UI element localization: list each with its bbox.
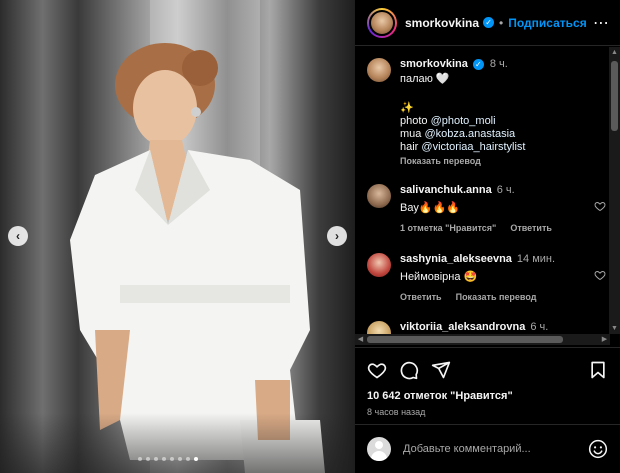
like-heart-icon[interactable] [367, 360, 387, 380]
avatar [367, 437, 391, 461]
comments-list[interactable]: smorkovkina ✓ 8 ч. палаю 🤍 ✨ photo @photo_… [355, 47, 610, 334]
comment-username[interactable]: sashynia_alekseevna [400, 253, 512, 265]
sparkle-emoji: ✨ [400, 102, 414, 114]
caption-credit-photo: photo @photo_moli [400, 115, 610, 128]
scrollbar-thumb[interactable] [367, 336, 563, 343]
add-comment-bar [355, 424, 620, 473]
comment-item: sashynia_alekseevna 14 мин. Неймовірна 🤩 … [367, 253, 610, 302]
credit-label: mua [400, 128, 425, 140]
comment-text: Неймовірна 🤩 [400, 271, 478, 283]
action-icons-row [367, 358, 608, 382]
comment-meta: Ответить Показать перевод [400, 292, 610, 302]
comment-time[interactable]: 6 ч. [530, 321, 548, 333]
caption-credit-hair: hair @victoriaa_hairstylist [400, 141, 610, 154]
scroll-down-icon[interactable]: ▼ [610, 324, 619, 333]
mention-link[interactable]: @kobza.anastasia [424, 128, 515, 140]
caption-time[interactable]: 8 ч. [490, 58, 508, 70]
bookmark-icon[interactable] [588, 360, 608, 380]
avatar[interactable] [367, 58, 391, 82]
caption: smorkovkina ✓ 8 ч. палаю 🤍 ✨ photo @photo_… [367, 58, 610, 166]
scroll-up-icon[interactable]: ▲ [610, 48, 619, 57]
comment-text: Вау🔥🔥🔥 [400, 202, 460, 214]
post-actions: 10 642 отметок "Нравится" 8 часов назад [355, 347, 620, 417]
emoji-icon[interactable] [588, 439, 608, 459]
carousel-dots [138, 457, 198, 461]
carousel-dot [138, 457, 142, 461]
avatar[interactable] [367, 184, 391, 208]
scrollbar-thumb[interactable] [611, 61, 618, 131]
scroll-left-icon[interactable]: ◀ [356, 335, 365, 344]
comment-time[interactable]: 6 ч. [497, 184, 515, 196]
show-translation-link[interactable]: Показать перевод [400, 156, 610, 166]
caption-username[interactable]: smorkovkina [400, 58, 468, 70]
reply-button[interactable]: Ответить [400, 292, 442, 302]
avatar[interactable] [367, 321, 391, 334]
credit-label: hair [400, 141, 422, 153]
mention-link[interactable]: @victoriaa_hairstylist [421, 141, 525, 153]
carousel-dot [170, 457, 174, 461]
more-horizontal-icon[interactable]: ⋯ [593, 13, 610, 33]
comment-input[interactable] [403, 443, 588, 455]
comments-scrollbar-horizontal[interactable]: ◀ ▶ [355, 334, 610, 345]
heart-icon[interactable] [594, 269, 606, 281]
post-header: smorkovkina ✓ • Подписаться ⋯ [355, 0, 620, 46]
chevron-right-icon[interactable]: › [327, 226, 347, 246]
comment-bubble-icon[interactable] [399, 360, 419, 380]
scroll-right-icon[interactable]: ▶ [600, 335, 609, 344]
post-photo[interactable]: ‹ › [0, 0, 355, 473]
comments-scrollbar-vertical[interactable]: ▲ ▼ [609, 47, 620, 334]
post-timestamp[interactable]: 8 часов назад [367, 407, 608, 417]
caption-credit-mua: mua @kobza.anastasia [400, 128, 610, 141]
follow-button[interactable]: Подписаться [508, 16, 586, 30]
avatar[interactable] [367, 253, 391, 277]
carousel-dot [154, 457, 158, 461]
mention-link[interactable]: @photo_moli [431, 115, 496, 127]
carousel-dot-active [194, 457, 198, 461]
carousel-dot [186, 457, 190, 461]
avatar[interactable] [367, 7, 397, 38]
comment-meta: 1 отметка "Нравится" Ответить [400, 223, 610, 233]
chevron-left-icon[interactable]: ‹ [8, 226, 28, 246]
share-send-icon[interactable] [431, 360, 451, 380]
separator-dot: • [499, 15, 504, 30]
reply-button[interactable]: Ответить [510, 223, 552, 233]
photo-floor-shade [0, 413, 355, 473]
comment-time[interactable]: 14 мин. [517, 253, 555, 265]
verified-badge-icon: ✓ [483, 17, 495, 28]
credit-label: photo [400, 115, 431, 127]
verified-badge-icon: ✓ [472, 59, 484, 70]
post-side-panel: smorkovkina ✓ • Подписаться ⋯ smorkovkin… [355, 0, 620, 473]
comment-likes-count[interactable]: 1 отметка "Нравится" [400, 223, 496, 233]
comment-item: viktoriia_aleksandrovna 6 ч. [367, 321, 610, 334]
likes-count[interactable]: 10 642 отметок "Нравится" [367, 390, 608, 402]
show-translation-link[interactable]: Показать перевод [456, 292, 537, 302]
photo-illustration [70, 0, 325, 473]
heart-icon[interactable] [594, 200, 606, 212]
comment-username[interactable]: salivanchuk.anna [400, 184, 492, 196]
carousel-dot [162, 457, 166, 461]
comment-username[interactable]: viktoriia_aleksandrovna [400, 321, 525, 333]
comment-item: salivanchuk.anna 6 ч. Вау🔥🔥🔥 1 отметка "Н… [367, 184, 610, 233]
post-username[interactable]: smorkovkina [405, 16, 479, 30]
carousel-dot [178, 457, 182, 461]
caption-line-1: палаю 🤍 [400, 73, 450, 85]
carousel-dot [146, 457, 150, 461]
